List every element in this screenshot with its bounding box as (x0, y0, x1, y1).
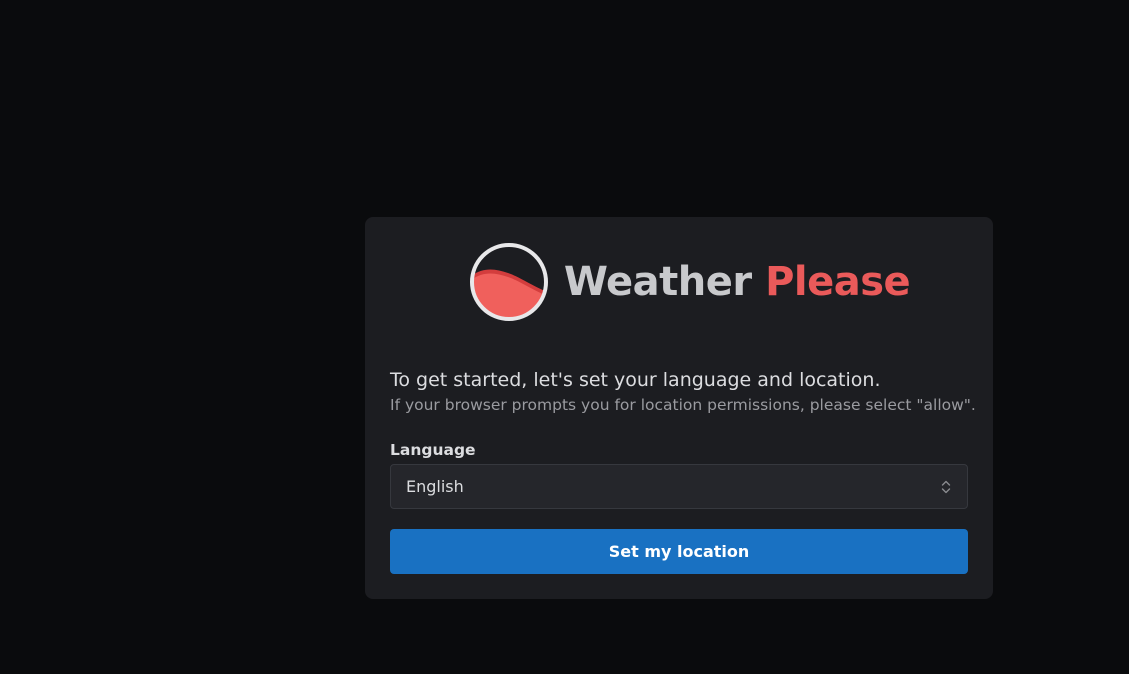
intro-subtitle: If your browser prompts you for location… (390, 396, 976, 414)
chevron-updown-icon (940, 478, 952, 496)
intro-text: To get started, let's set your language … (390, 367, 976, 416)
app-logo: Weather Please (365, 241, 993, 323)
app-title-please: Please (765, 259, 911, 305)
app-title: Weather Please (563, 259, 911, 305)
weather-please-logo-icon (469, 243, 548, 321)
set-location-button[interactable]: Set my location (390, 529, 968, 574)
app-title-weather: Weather (563, 259, 752, 305)
setup-card: Weather Please To get started, let's set… (365, 217, 993, 599)
language-select-value: English (406, 477, 464, 496)
language-label: Language (390, 441, 476, 459)
language-select[interactable]: English (390, 464, 968, 509)
intro-title: To get started, let's set your language … (390, 369, 881, 391)
